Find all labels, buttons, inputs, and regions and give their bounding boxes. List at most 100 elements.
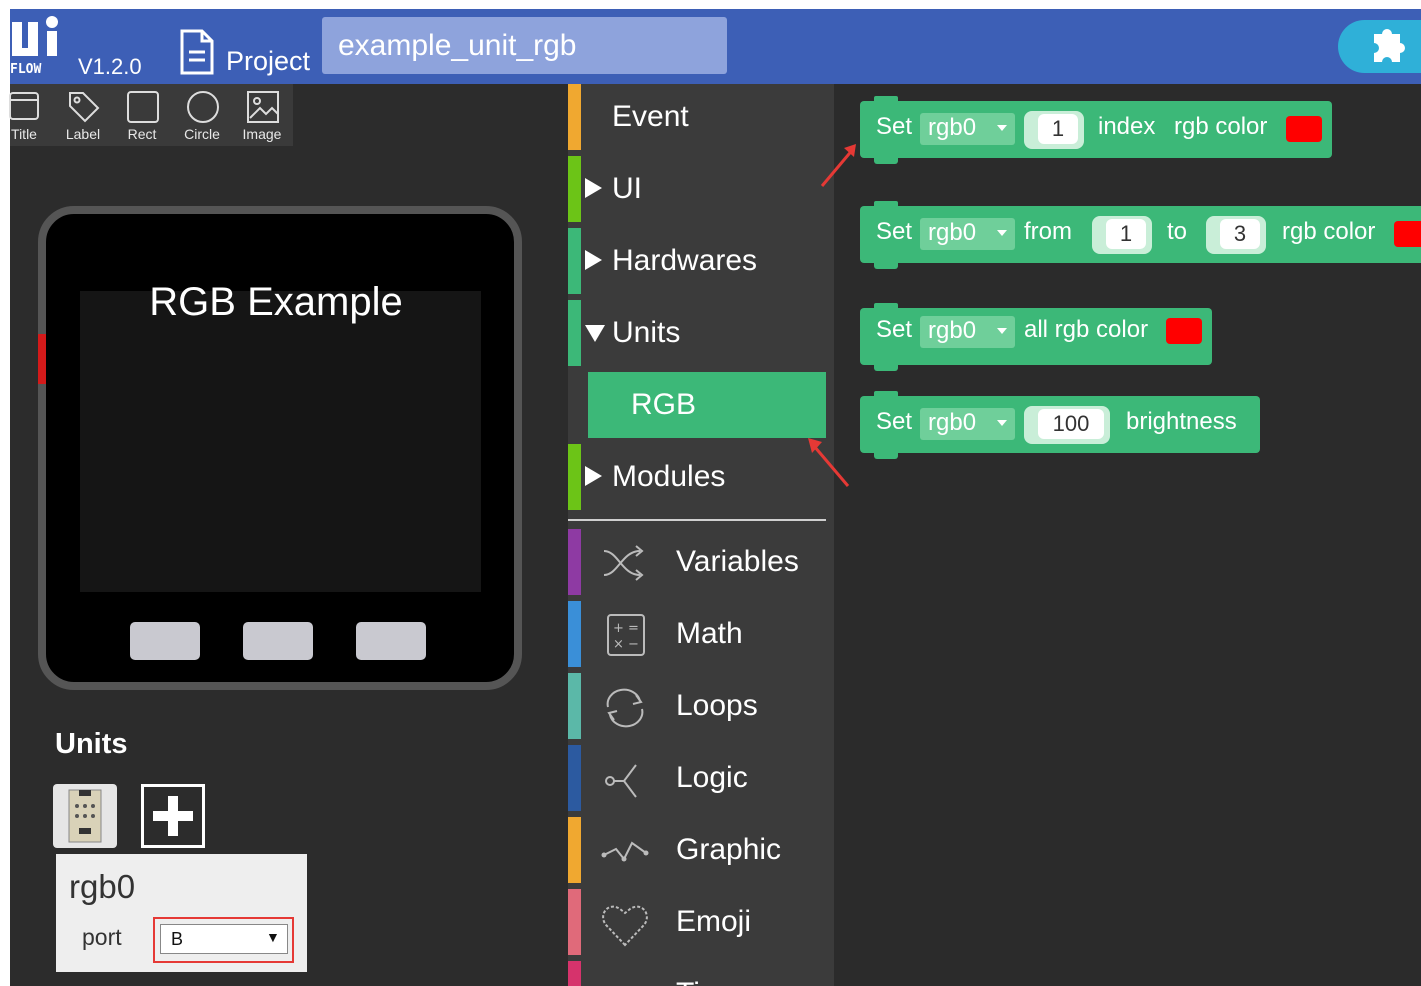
version-label: V1.2.0 <box>78 54 142 79</box>
var-dropdown[interactable]: rgb0 <box>920 113 1015 145</box>
rgb-unit-thumbnail[interactable] <box>53 784 117 848</box>
block-notch <box>874 303 898 309</box>
var-dropdown[interactable]: rgb0 <box>920 316 1015 348</box>
var-dropdown[interactable]: rgb0 <box>920 218 1015 250</box>
tool-title-label: Title <box>11 126 37 142</box>
category-color-bar <box>568 228 581 294</box>
block-set-index-rgb-color[interactable]: Set rgb0 1 index rgb color <box>860 96 1332 164</box>
var-name: rgb0 <box>928 409 977 436</box>
heart-icon <box>602 905 648 947</box>
block-set-label: Set <box>876 218 913 245</box>
unit-name: rgb0 <box>69 868 136 905</box>
to-value-input[interactable]: 3 <box>1220 219 1260 249</box>
image-icon <box>247 91 279 123</box>
category-emoji[interactable]: Emoji <box>568 889 826 955</box>
block-set-brightness[interactable]: Set rgb0 100 brightness <box>860 391 1260 459</box>
category-hardwares-label: Hardwares <box>612 244 758 277</box>
var-name: rgb0 <box>928 219 977 246</box>
category-color-bar <box>568 300 581 366</box>
tool-circle[interactable]: Circle <box>172 84 232 146</box>
color-swatch[interactable] <box>1166 318 1202 344</box>
annotation-arrow <box>808 438 850 487</box>
plugin-button[interactable] <box>1338 20 1421 73</box>
block-bump <box>874 452 898 459</box>
category-event[interactable]: Event <box>568 84 826 150</box>
variables-shuffle-icon <box>603 545 644 581</box>
category-units-label: Units <box>612 316 681 349</box>
tool-title[interactable]: Title <box>0 84 54 146</box>
index-value-input[interactable]: 1 <box>1038 114 1078 144</box>
category-logic-label: Logic <box>676 761 748 794</box>
category-ui[interactable]: UI <box>568 156 826 222</box>
category-color-bar <box>568 745 581 811</box>
category-hardwares[interactable]: Hardwares <box>568 228 826 294</box>
label-tag-icon <box>69 92 100 123</box>
category-color-bar <box>568 889 581 955</box>
block-text-rgb-color: rgb color <box>1282 218 1376 245</box>
block-bump <box>874 262 898 269</box>
tool-rect[interactable]: Rect <box>112 84 172 146</box>
block-bump <box>874 364 898 371</box>
category-variables-label: Variables <box>676 545 799 578</box>
ui-tool-strip: Title Label Rect Circle Image <box>9 84 293 146</box>
block-set-label: Set <box>876 316 913 343</box>
category-logic[interactable]: Logic <box>568 745 826 811</box>
category-loops-label: Loops <box>676 689 758 722</box>
uiflow-logo: FLOW <box>10 14 66 77</box>
project-name-input[interactable] <box>322 17 727 74</box>
category-rgb[interactable]: RGB <box>588 372 826 438</box>
rgb-unit-icon <box>68 789 102 843</box>
calculator-icon: + = × − <box>607 614 645 656</box>
device-button-b <box>243 622 313 660</box>
screen-title-label[interactable]: RGB Example <box>80 280 472 325</box>
category-color-bar <box>568 601 581 667</box>
annotation-arrow <box>820 144 856 187</box>
tool-rect-label: Rect <box>127 126 157 142</box>
tool-label[interactable]: Label <box>53 84 113 146</box>
expand-arrow-icon <box>585 250 602 270</box>
block-set-label: Set <box>876 113 913 140</box>
block-notch <box>874 96 898 102</box>
category-units[interactable]: Units <box>568 300 826 366</box>
category-color-bar <box>568 961 581 986</box>
device-button-c <box>356 622 426 660</box>
circle-icon <box>187 91 219 123</box>
category-timer[interactable]: Ti <box>568 961 826 986</box>
device-screen[interactable] <box>80 291 481 592</box>
title-icon <box>9 92 39 120</box>
loop-arrows-icon <box>606 688 644 728</box>
block-set-range-rgb-color[interactable]: Set rgb0 from 1 to 3 rgb color <box>860 201 1421 269</box>
category-math[interactable]: + = × − Math <box>568 601 826 667</box>
category-color-bar <box>568 673 581 739</box>
var-dropdown[interactable]: rgb0 <box>920 408 1015 440</box>
number-socket: 1 <box>1024 111 1084 149</box>
category-modules[interactable]: Modules <box>568 444 826 510</box>
category-color-bar <box>568 84 581 150</box>
rect-icon <box>127 91 159 123</box>
block-notch <box>874 201 898 207</box>
tool-image[interactable]: Image <box>232 84 292 146</box>
category-color-bar <box>568 444 581 510</box>
block-set-all-rgb-color[interactable]: Set rgb0 all rgb color <box>860 303 1212 371</box>
dropdown-arrow-icon <box>997 125 1007 131</box>
dropdown-arrow-icon <box>997 328 1007 334</box>
from-value-input[interactable]: 1 <box>1106 219 1146 249</box>
category-timer-label: Ti <box>676 977 700 986</box>
category-variables[interactable]: Variables <box>568 529 826 595</box>
graph-line-icon <box>601 841 649 862</box>
category-loops[interactable]: Loops <box>568 673 826 739</box>
color-swatch[interactable] <box>1394 221 1421 247</box>
project-button[interactable]: Project <box>226 46 310 77</box>
color-swatch[interactable] <box>1286 116 1322 142</box>
document-icon[interactable] <box>178 28 216 76</box>
add-unit-button[interactable] <box>141 784 205 848</box>
brightness-value-input[interactable]: 100 <box>1038 409 1104 439</box>
port-label: port <box>82 924 122 950</box>
dropdown-arrow-icon <box>997 230 1007 236</box>
category-graphic[interactable]: Graphic <box>568 817 826 883</box>
category-modules-label: Modules <box>612 460 726 493</box>
collapse-arrow-icon <box>585 325 605 342</box>
category-color-bar <box>568 817 581 883</box>
svg-text:FLOW: FLOW <box>10 62 41 74</box>
category-color-bar <box>568 156 581 222</box>
